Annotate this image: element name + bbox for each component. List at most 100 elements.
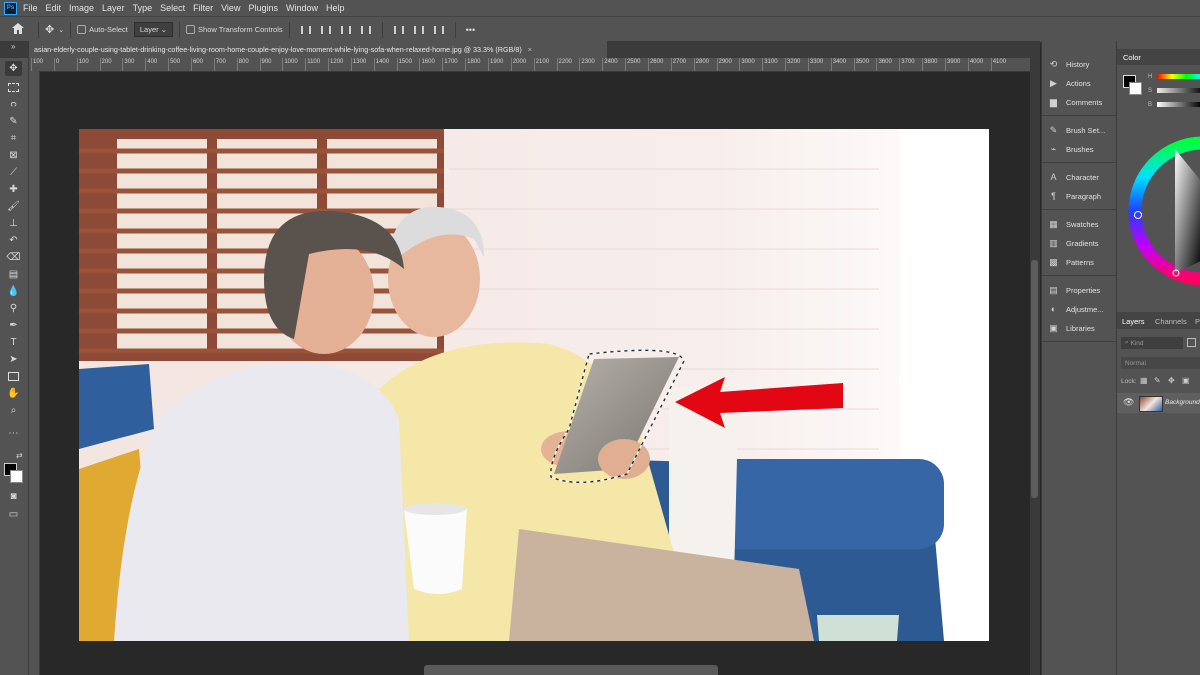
home-icon[interactable] [12,23,24,36]
ruler-tick-label: 1300 [352,59,367,65]
blend-mode-dropdown[interactable]: Normal [1121,357,1200,369]
document-canvas-image[interactable] [79,129,989,641]
background-color-swatch[interactable] [10,470,23,483]
ruler-tick-line [602,58,604,71]
color-background-swatch[interactable] [1129,82,1142,95]
tab-color[interactable]: Color [1123,53,1141,62]
ruler-tick-line [305,58,307,71]
move-tool-icon[interactable]: ✥ [5,61,22,76]
path-selection-tool-icon[interactable]: ➤ [5,352,22,367]
contextual-task-bar[interactable] [424,665,718,675]
lock-paint-icon[interactable]: ✎ [1154,376,1161,385]
zoom-tool-icon[interactable]: ⌕ [5,403,22,418]
align-center-icon[interactable] [320,25,331,34]
move-tool-icon[interactable]: ✥ [45,23,54,36]
collapse-toolbar-icon[interactable]: » [11,42,15,51]
document-tab[interactable]: asian-elderly-couple-using-tablet-drinki… [29,41,607,58]
ruler-tick-line [967,58,969,71]
distribute-left-icon[interactable] [393,25,404,34]
dock-properties[interactable]: ▤ Properties [1048,282,1100,298]
menu-plugins[interactable]: Plugins [248,3,278,13]
healing-brush-tool-icon[interactable]: ✚ [5,182,22,197]
eraser-tool-icon[interactable]: ⌫ [5,250,22,265]
auto-select-checkbox[interactable] [77,25,89,35]
dock-brush-settings[interactable]: ✎ Brush Set... [1048,122,1105,138]
align-right-icon[interactable] [340,25,351,34]
show-transform-checkbox[interactable] [186,25,198,35]
dock-libraries[interactable]: ▣ Libraries [1048,320,1095,336]
rectangle-tool-icon[interactable] [5,369,22,384]
brush-tool-icon[interactable]: 🖌 [5,199,22,214]
dock-swatches[interactable]: ▦ Swatches [1048,216,1098,232]
align-top-icon[interactable] [360,25,371,34]
menu-filter[interactable]: Filter [193,3,213,13]
layer-filter-field[interactable]: ⌕ Kind [1121,337,1183,349]
menu-view[interactable]: View [221,3,240,13]
dock-paragraph[interactable]: ¶ Paragraph [1048,188,1101,204]
clone-stamp-tool-icon[interactable]: ⊥ [5,216,22,231]
lock-artboard-icon[interactable]: ▣ [1182,376,1190,385]
ruler-tick-line [556,58,558,71]
screen-mode-icon[interactable]: ▭ [5,507,22,522]
chevron-down-icon[interactable]: ⌄ [58,26,64,34]
dock-character-label: Character [1066,172,1099,182]
ruler-tick-line [350,58,352,71]
swap-colors-icon[interactable]: ⇄ [16,451,23,460]
blur-tool-icon[interactable]: 💧 [5,284,22,299]
lock-pixels-icon[interactable]: ▦ [1140,376,1148,385]
dock-history[interactable]: ⟲ History [1048,56,1090,72]
menu-type[interactable]: Type [133,3,153,13]
dock-patterns[interactable]: ▩ Patterns [1048,254,1094,270]
color-wheel[interactable] [1125,121,1200,301]
menu-window[interactable]: Window [286,3,318,13]
hue-slider[interactable] [1157,74,1200,79]
filter-image-icon[interactable] [1187,338,1196,347]
ruler-tick-label: 100 [33,59,44,65]
hand-tool-icon[interactable]: ✋ [5,386,22,401]
lock-position-icon[interactable]: ✥ [1168,376,1175,385]
dock-gradients[interactable]: ▥ Gradients [1048,235,1098,251]
menu-edit[interactable]: Edit [46,3,62,13]
menu-image[interactable]: Image [69,3,94,13]
brightness-slider[interactable] [1157,102,1200,107]
dodge-tool-icon[interactable]: ⚲ [5,301,22,316]
gradient-tool-icon[interactable]: ▤ [5,267,22,282]
pen-tool-icon[interactable]: ✒ [5,318,22,333]
tab-layers[interactable]: Layers [1122,317,1145,326]
tab-channels[interactable]: Channels [1155,317,1187,326]
ruler-tick-label: 3200 [787,59,801,65]
more-tools-icon[interactable]: ⋯ [5,426,22,441]
lasso-tool-icon[interactable]: ᴒ [5,97,22,112]
quick-selection-tool-icon[interactable]: ✎ [5,114,22,129]
tab-paths[interactable]: Pa [1195,317,1200,326]
menu-help[interactable]: Help [326,3,345,13]
layer-row-background[interactable]: 👁 Background [1117,393,1200,413]
visibility-eye-icon[interactable]: 👁 [1123,397,1134,408]
more-options-button[interactable]: ••• [466,25,475,35]
history-brush-tool-icon[interactable]: ↶ [5,233,22,248]
menu-layer[interactable]: Layer [102,3,125,13]
saturation-slider[interactable] [1157,88,1200,93]
type-tool-icon[interactable]: T [5,335,22,350]
color-and-layers-panel: Color H S B Layers Channels Pa ⌕ Kind No… [1116,41,1200,675]
menu-file[interactable]: File [23,3,38,13]
auto-select-target-dropdown[interactable]: Layer ⌄ [133,22,174,37]
dock-actions[interactable]: ▶ Actions [1048,75,1091,91]
menu-select[interactable]: Select [160,3,185,13]
distribute-center-icon[interactable] [413,25,424,34]
distribute-right-icon[interactable] [433,25,444,34]
marquee-tool-icon[interactable] [5,80,22,95]
dock-paragraph-label: Paragraph [1066,191,1102,201]
quick-mask-icon[interactable]: ◙ [5,489,22,504]
dock-adjustments[interactable]: ◐ Adjustme... [1048,301,1104,317]
dock-history-label: History [1066,59,1090,69]
dock-brushes[interactable]: ⌁ Brushes [1048,141,1094,157]
align-left-icon[interactable] [300,25,311,34]
crop-tool-icon[interactable]: ⌗ [5,131,22,146]
dock-character[interactable]: A Character [1048,169,1099,185]
frame-tool-icon[interactable]: ⊠ [5,148,22,163]
eyedropper-tool-icon[interactable]: ⟋ [5,165,22,180]
dock-comments[interactable]: ▆ Comments [1048,94,1102,110]
close-icon[interactable]: × [528,45,532,54]
scrollbar-thumb[interactable] [1031,260,1038,498]
